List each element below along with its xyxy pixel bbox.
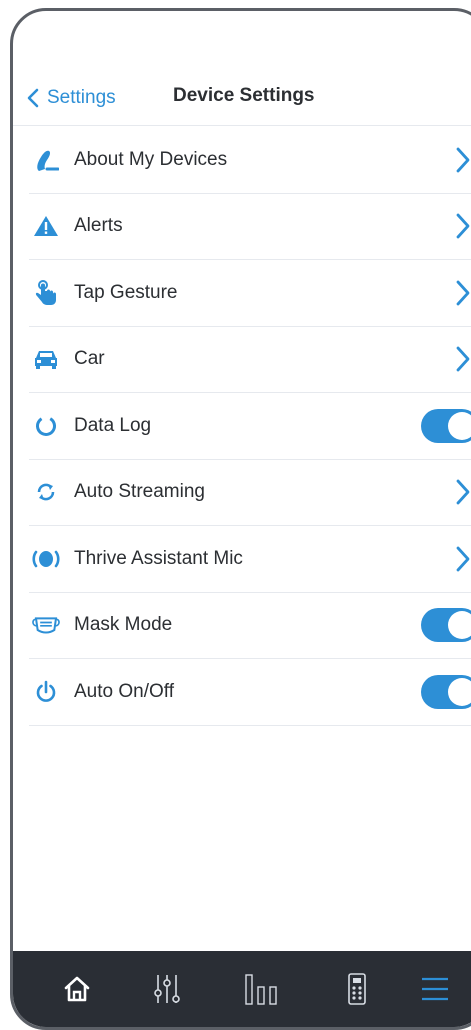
settings-list: About My Devices Alerts Tap Gesture Car …: [13, 127, 471, 726]
data-log-toggle[interactable]: [421, 408, 471, 443]
sync-arrows-icon: [31, 477, 61, 507]
power-icon: [31, 677, 61, 707]
car-icon: [31, 344, 61, 374]
data-log-ring-icon: [31, 411, 61, 441]
row-label: Auto Streaming: [74, 481, 205, 503]
chevron-right-icon: [456, 346, 470, 372]
row-auto-streaming[interactable]: Auto Streaming: [29, 460, 471, 526]
row-label: Auto On/Off: [74, 680, 174, 702]
chevron-right-icon: [456, 546, 470, 572]
row-label: Tap Gesture: [74, 281, 178, 303]
row-alerts[interactable]: Alerts: [29, 194, 471, 260]
tab-home[interactable]: [57, 969, 97, 1009]
row-auto-on-off: Auto On/Off: [29, 659, 471, 726]
sliders-icon: [154, 975, 180, 1003]
back-label: Settings: [47, 87, 116, 108]
row-data-log: Data Log: [29, 393, 471, 460]
row-mask-mode: Mask Mode: [29, 593, 471, 659]
bar-chart-icon: [245, 974, 277, 1005]
bottom-tab-bar: [13, 951, 471, 1027]
tab-activity[interactable]: [241, 969, 281, 1009]
row-label: About My Devices: [74, 148, 228, 170]
mask-mode-toggle[interactable]: [421, 608, 471, 643]
row-label: Mask Mode: [74, 614, 173, 636]
tab-adjustments[interactable]: [147, 969, 187, 1009]
chevron-right-icon: [456, 147, 470, 173]
toggle-knob: [448, 611, 471, 640]
home-icon: [64, 976, 90, 1002]
row-label: Data Log: [74, 414, 152, 436]
row-thrive-assistant-mic[interactable]: Thrive Assistant Mic: [29, 526, 471, 593]
row-tap-gesture[interactable]: Tap Gesture: [29, 260, 471, 327]
auto-on-off-toggle[interactable]: [421, 674, 471, 709]
ear-icon: [31, 145, 61, 175]
tap-hand-icon: [31, 278, 61, 308]
page-title: Device Settings: [173, 85, 315, 106]
nav-header: Settings Device Settings: [13, 73, 471, 126]
toggle-knob: [448, 411, 471, 440]
chevron-right-icon: [456, 479, 470, 505]
chevron-left-icon: [27, 88, 39, 108]
back-button[interactable]: Settings: [27, 83, 116, 113]
row-car[interactable]: Car: [29, 327, 471, 393]
face-mask-icon: [31, 610, 61, 640]
row-label: Car: [74, 348, 105, 370]
tab-remote[interactable]: [337, 969, 377, 1009]
row-label: Thrive Assistant Mic: [74, 547, 243, 569]
row-about-my-devices[interactable]: About My Devices: [29, 127, 471, 194]
warning-icon: [31, 211, 61, 241]
remote-icon: [348, 973, 366, 1005]
tab-menu[interactable]: [415, 969, 455, 1009]
toggle-knob: [448, 677, 471, 706]
phone-frame: Settings Device Settings About My Device…: [10, 8, 471, 1030]
menu-icon: [422, 977, 448, 1001]
chevron-right-icon: [456, 280, 470, 306]
microphone-waves-icon: [31, 544, 61, 574]
chevron-right-icon: [456, 213, 470, 239]
row-label: Alerts: [74, 215, 123, 237]
